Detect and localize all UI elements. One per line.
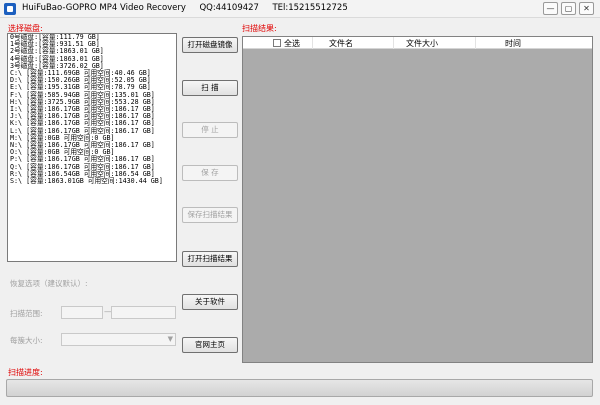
- maximize-button[interactable]: ▢: [561, 2, 576, 15]
- about-button[interactable]: 关于软件: [182, 294, 238, 310]
- scan-results-label: 扫描结果:: [242, 24, 277, 33]
- open-disk-image-button[interactable]: 打开磁盘镜像: [182, 37, 238, 53]
- disk-list-items: 0号磁盘:[容量:111.79 GB] 1号磁盘:[容量:931.51 GB] 2号…: [8, 34, 176, 185]
- column-time[interactable]: 时间: [505, 38, 521, 49]
- scan-button[interactable]: 扫 描: [182, 80, 238, 96]
- scan-results-list[interactable]: 全选 文件名 文件大小 时间: [242, 36, 593, 363]
- website-button[interactable]: 官网主页: [182, 337, 238, 353]
- chevron-down-icon: ▼: [167, 335, 173, 343]
- results-header: 全选 文件名 文件大小 时间: [243, 37, 592, 49]
- column-divider: [312, 37, 313, 49]
- column-filename[interactable]: 文件名: [329, 38, 353, 49]
- scan-progress-bar: [6, 379, 593, 397]
- recovery-options-label: 恢复选项（建议默认）:: [10, 279, 88, 288]
- save-scan-results-button[interactable]: 保存扫描结果: [182, 207, 238, 223]
- stop-button[interactable]: 停 止: [182, 122, 238, 138]
- window-title: HuiFuBao-GOPRO MP4 Video Recovery QQ:441…: [22, 3, 348, 13]
- cluster-size-select[interactable]: ▼: [61, 333, 176, 346]
- title-bar: HuiFuBao-GOPRO MP4 Video Recovery QQ:441…: [0, 0, 600, 18]
- column-filesize[interactable]: 文件大小: [406, 38, 438, 49]
- disk-list[interactable]: 0号磁盘:[容量:111.79 GB] 1号磁盘:[容量:931.51 GB] 2号…: [7, 33, 177, 262]
- column-select-all[interactable]: 全选: [284, 38, 300, 49]
- disk-list-item[interactable]: S:\ [容量:1863.01GB 可用空间:1430.44 GB]: [8, 177, 176, 185]
- select-all-checkbox[interactable]: [273, 39, 281, 47]
- app-icon: [4, 3, 16, 15]
- column-divider: [475, 37, 476, 49]
- scan-range-end-input[interactable]: [111, 306, 176, 319]
- save-button[interactable]: 保 存: [182, 165, 238, 181]
- cluster-size-label: 每簇大小:: [10, 336, 43, 345]
- close-button[interactable]: ✕: [579, 2, 594, 15]
- scan-progress-label: 扫描进度:: [8, 368, 43, 377]
- scan-range-label: 扫描范围:: [10, 309, 43, 318]
- open-scan-results-button[interactable]: 打开扫描结果: [182, 251, 238, 267]
- window-controls: — ▢ ✕: [543, 2, 594, 15]
- column-divider: [393, 37, 394, 49]
- scan-range-start-input[interactable]: [61, 306, 103, 319]
- minimize-button[interactable]: —: [543, 2, 558, 15]
